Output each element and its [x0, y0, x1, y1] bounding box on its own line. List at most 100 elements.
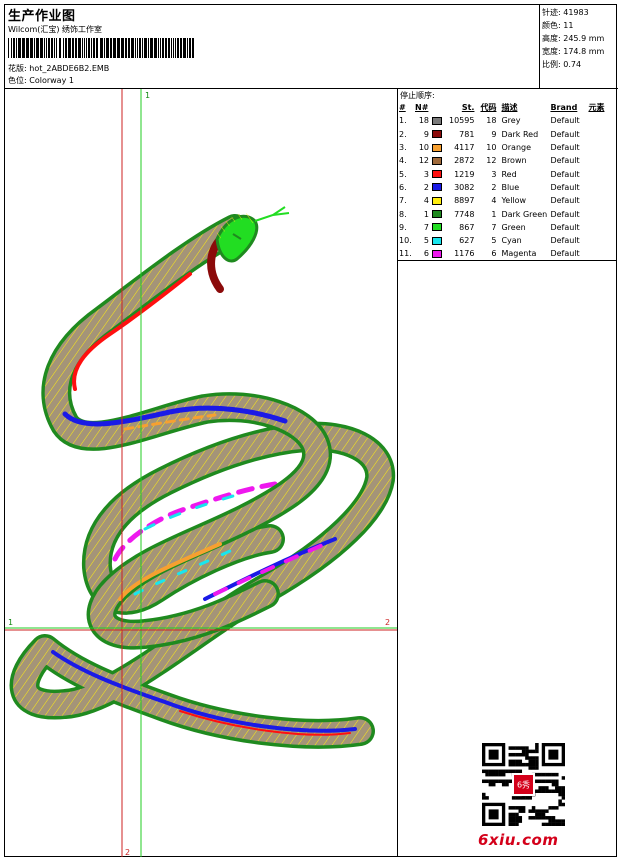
barcode-bar — [91, 38, 92, 58]
qr-module — [558, 789, 562, 793]
row-needle: 7 — [414, 221, 448, 234]
qr-module — [521, 752, 526, 757]
row-code: 5 — [491, 236, 497, 246]
qr-module — [538, 816, 542, 820]
qr-module — [501, 769, 506, 774]
col-brand: Brand — [550, 103, 578, 113]
barcode-bar — [51, 38, 53, 58]
barcode-bar — [96, 38, 98, 58]
qr-module — [535, 809, 539, 813]
barcode-bar — [56, 38, 57, 58]
stat-height-label: 高度: — [542, 34, 561, 43]
qr-module — [521, 746, 526, 750]
qr-module — [521, 806, 526, 810]
qr-module — [555, 779, 559, 784]
qr-module — [551, 772, 556, 777]
qr-module — [508, 819, 513, 823]
row-element — [587, 114, 617, 127]
qr-module — [541, 816, 546, 820]
qr-module — [482, 779, 486, 784]
qr-module — [528, 756, 532, 760]
snake-embroidery-preview: 1 1 2 2 — [5, 89, 397, 857]
guide-label-right: 2 — [385, 618, 390, 627]
row-element — [587, 247, 617, 262]
qr-module — [511, 759, 516, 764]
qr-module — [555, 772, 559, 777]
worksheet-header: 生产作业图 Wilcom(汇宝) 绣饰工作室 花版: hot_2ABDE6B2.… — [5, 5, 618, 89]
qr-module — [548, 789, 552, 793]
row-code: 12 — [486, 156, 497, 166]
qr-module — [495, 769, 499, 774]
qr-module — [515, 806, 519, 810]
qr-module — [488, 782, 493, 787]
row-index: 3. — [399, 143, 407, 153]
barcode-bar — [104, 38, 105, 58]
stat-scale-label: 比例: — [542, 60, 561, 69]
qr-module — [515, 812, 519, 817]
barcode-bar — [84, 38, 85, 58]
stat-width: 宽度: 174.8 mm — [542, 46, 604, 57]
qr-module — [561, 792, 565, 797]
row-brand: Default — [550, 182, 580, 192]
qr-module — [528, 766, 532, 770]
row-element — [587, 181, 617, 194]
qr-module — [508, 779, 513, 784]
qr-module — [528, 809, 532, 813]
color-swatch — [431, 196, 442, 205]
table-row: 10. 5 627 5 Cyan Default — [398, 234, 617, 247]
color-swatch — [431, 143, 442, 152]
qr-module — [515, 796, 519, 800]
barcode-bar — [162, 38, 164, 58]
qr-module — [541, 809, 546, 813]
barcode-bar — [75, 38, 77, 58]
barcode-bar — [189, 38, 191, 58]
qr-module — [548, 816, 552, 820]
row-code: 2 — [491, 182, 497, 192]
row-needle-number: 1 — [423, 209, 429, 219]
qr-module — [535, 746, 539, 750]
seal-text: 6秀 — [517, 780, 530, 790]
row-index: 8. — [399, 209, 407, 219]
barcode-bar — [82, 38, 83, 58]
barcode-bar — [113, 38, 116, 58]
qr-module — [561, 786, 565, 790]
qr-module — [515, 759, 519, 764]
qr-module — [545, 822, 549, 826]
qr-module — [488, 769, 493, 774]
row-index: 7. — [399, 196, 407, 206]
row-stitches: 10595 — [449, 116, 475, 126]
row-index: 9. — [399, 222, 407, 232]
qr-module — [482, 769, 486, 774]
qr-module — [545, 816, 549, 820]
color-swatch — [431, 170, 442, 179]
row-index: 6. — [399, 182, 407, 192]
qr-module — [518, 759, 523, 764]
qr-module — [548, 772, 552, 777]
color-swatch — [431, 183, 442, 192]
qr-module — [508, 812, 513, 817]
barcode-bar — [154, 38, 157, 58]
barcode-bar — [148, 38, 149, 58]
barcode-bar — [142, 38, 143, 58]
qr-module — [531, 762, 536, 767]
row-needle-number: 3 — [423, 169, 429, 179]
qr-module — [505, 779, 509, 784]
row-needle: 4 — [414, 194, 448, 207]
qr-module — [511, 816, 516, 820]
stat-height: 高度: 245.9 mm — [542, 33, 604, 44]
stat-stitches-value: 41983 — [563, 8, 589, 17]
qr-module — [518, 769, 523, 774]
table-row: 4. 12 2872 12 Brown Default — [398, 154, 617, 167]
barcode-bar — [72, 38, 74, 58]
row-brand: Default — [550, 209, 580, 219]
table-row: 3. 10 4117 10 Orange Default — [398, 141, 617, 154]
qr-module — [531, 756, 536, 760]
table-row: 9. 7 867 7 Green Default — [398, 221, 617, 234]
row-index: 11. — [398, 247, 414, 262]
row-description: Green — [501, 222, 526, 232]
qr-module — [515, 746, 519, 750]
row-code: 18 — [486, 116, 497, 126]
qr-module — [515, 769, 519, 774]
qr-module — [508, 822, 513, 826]
color-swatch — [431, 236, 442, 245]
